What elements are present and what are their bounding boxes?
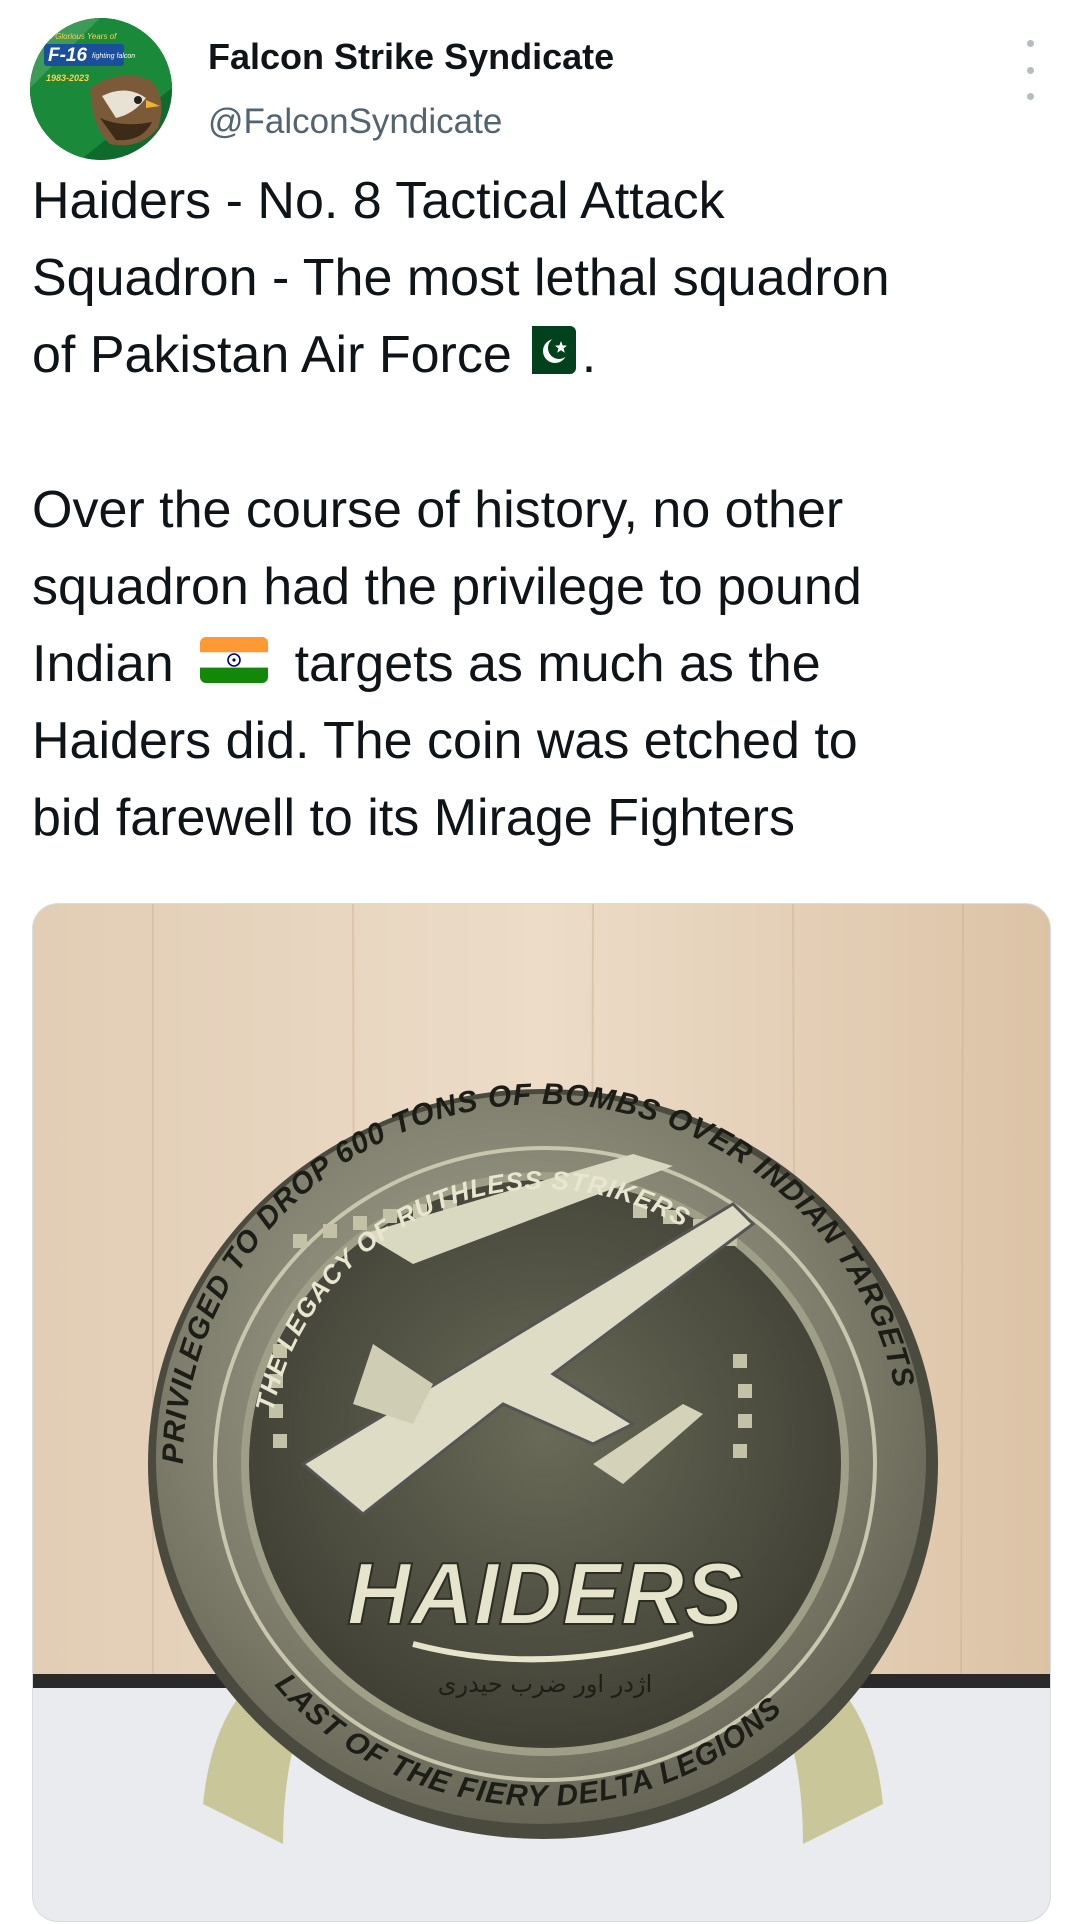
avatar-subtitle-text: fighting falcon — [92, 53, 135, 60]
avatar-top-text: 40 Glorious Years of — [44, 32, 117, 41]
avatar-model-text: F-16 — [48, 45, 88, 66]
pakistan-flag-icon — [517, 326, 576, 374]
coin-urdu-text: اژدر اور ضرب حیدری — [438, 1670, 653, 1698]
tweet-line: of Pakistan Air Force. — [32, 317, 1052, 394]
tweet-line: bid farewell to its Mirage Fighters — [32, 789, 795, 847]
tweet-line: Haiders - No. 8 Tactical Attack — [32, 172, 725, 230]
india-flag-icon — [200, 637, 269, 683]
tweet-line: Haiders did. The coin was etched to — [32, 712, 858, 770]
tweet-photo[interactable]: PRIVILEGED TO DROP 600 TONS OF BOMBS OVE… — [32, 903, 1051, 1922]
tweet-line: Over the course of history, no other — [32, 481, 844, 539]
tweet-text-span: of Pakistan Air Force — [32, 326, 512, 384]
tweet-line: Indian targets as much as the — [32, 626, 1052, 703]
author-handle[interactable]: @FalconSyndicate — [208, 102, 502, 142]
more-vertical-icon[interactable] — [1018, 40, 1042, 100]
coin-center-text: HAIDERS — [347, 1544, 743, 1643]
tweet-text: Haiders - No. 8 Tactical Attack Squadron… — [32, 163, 1052, 857]
coin-photo: PRIVILEGED TO DROP 600 TONS OF BOMBS OVE… — [33, 904, 1050, 1921]
tweet-text-span: targets as much as the — [294, 635, 821, 693]
tweet-header: 40 Glorious Years of F-16 fighting falco… — [30, 18, 1050, 160]
tweet-card[interactable]: 40 Glorious Years of F-16 fighting falco… — [0, 0, 1080, 1924]
avatar-years-text: 1983-2023 — [46, 73, 89, 83]
tweet-text-span: . — [581, 326, 597, 384]
f16-falcon-badge-icon: 40 Glorious Years of F-16 fighting falco… — [30, 18, 172, 160]
avatar[interactable]: 40 Glorious Years of F-16 fighting falco… — [30, 18, 172, 160]
tweet-line: squadron had the privilege to pound — [32, 558, 862, 616]
author-display-name[interactable]: Falcon Strike Syndicate — [208, 36, 614, 78]
tweet-text-span: Indian — [32, 635, 174, 693]
tweet-line: Squadron - The most lethal squadron — [32, 249, 890, 307]
